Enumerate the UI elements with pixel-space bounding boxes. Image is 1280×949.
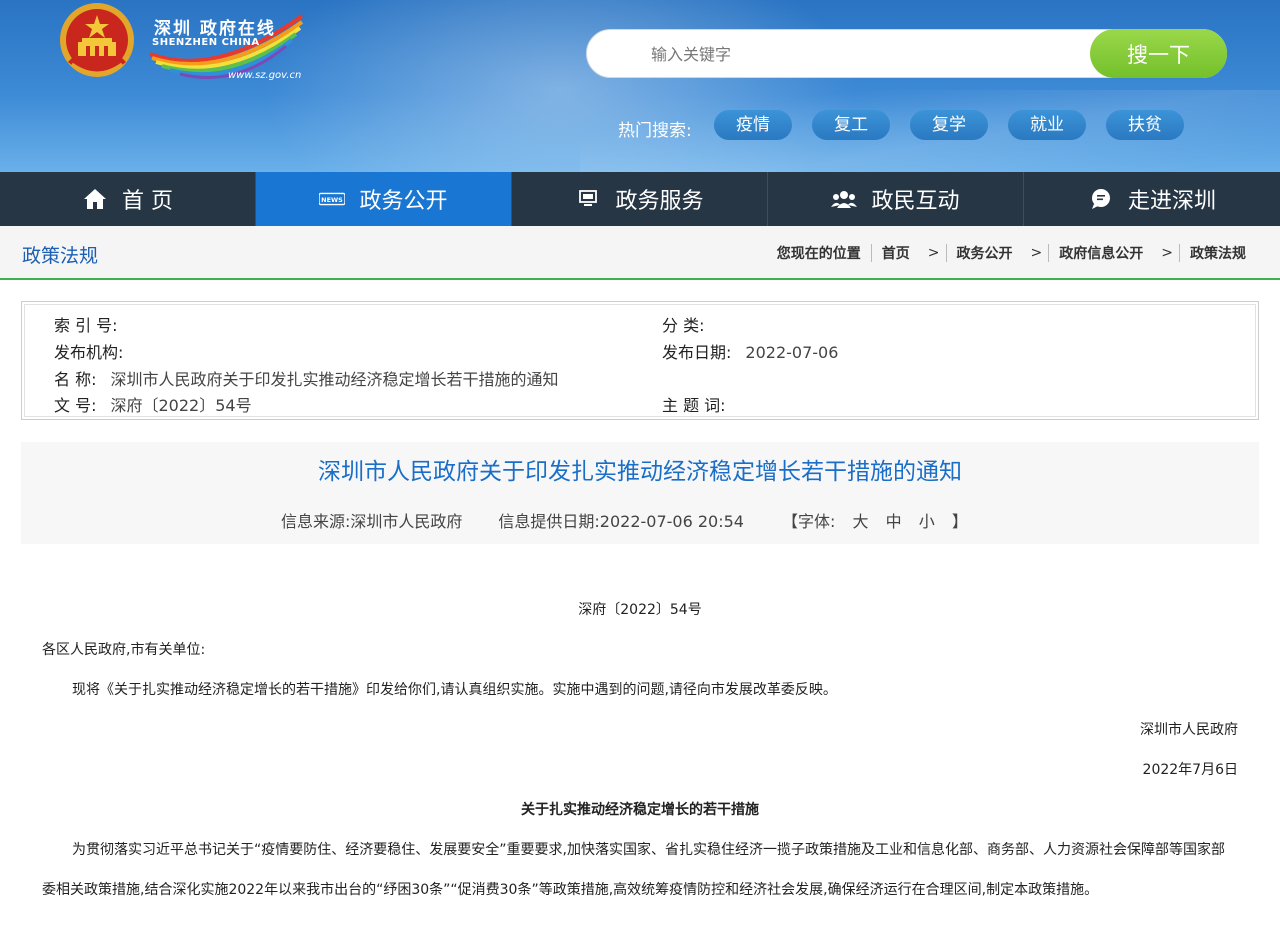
svg-text:NEWS: NEWS	[322, 196, 344, 204]
breadcrumb-arrow: >	[1030, 245, 1043, 261]
info-org-row: 发布机构:	[54, 339, 137, 363]
people-icon	[831, 186, 858, 212]
font-size-medium[interactable]: 中	[886, 512, 902, 531]
info-docno-value: 深府〔2022〕54号	[110, 396, 252, 415]
nav-item-home[interactable]: 首 页	[0, 172, 256, 226]
breadcrumb-divider	[1179, 244, 1180, 262]
site-logo[interactable]: 深圳 政府在线 SHENZHEN CHINA www.sz.gov.cn	[146, 8, 306, 84]
article-header: 深圳市人民政府关于印发扎实推动经济稳定增长若干措施的通知 信息来源:深圳市人民政…	[21, 442, 1259, 544]
hot-tag-employment[interactable]: 就业	[1008, 110, 1086, 140]
main-nav: 首 页 NEWS 政务公开 政务服务 政民互动 走进深圳	[0, 172, 1280, 226]
breadcrumb-home[interactable]: 首页	[882, 243, 910, 263]
search-input[interactable]	[623, 38, 1083, 70]
nav-item-label: 走进深圳	[1127, 189, 1216, 214]
doc-salutation: 各区人民政府,市有关单位:	[42, 642, 206, 658]
hot-tag-epidemic[interactable]: 疫情	[714, 110, 792, 140]
doc-paragraph: 现将《关于扎实推动经济稳定增长的若干措施》印发给你们,请认真组织实施。实施中遇到…	[72, 682, 837, 698]
breadcrumb: 您现在的位置 首页 > 政务公开 > 政府信息公开 > 政策法规	[777, 243, 1246, 263]
info-name-value: 深圳市人民政府关于印发扎实推动经济稳定增长若干措施的通知	[110, 370, 559, 389]
breadcrumb-arrow: >	[1161, 245, 1173, 261]
breadcrumb-policy[interactable]: 政策法规	[1190, 243, 1246, 263]
logo-en-text: SHENZHEN CHINA	[152, 37, 260, 48]
font-size-small[interactable]: 小	[919, 512, 935, 531]
info-category-row: 分 类:	[662, 312, 718, 336]
logo-url-text: www.sz.gov.cn	[228, 70, 302, 81]
doc-subtitle: 关于扎实推动经济稳定增长的若干措施	[521, 802, 759, 818]
hot-tag-resume-work[interactable]: 复工	[812, 110, 890, 140]
chat-icon	[1088, 186, 1114, 212]
info-index-row: 索 引 号:	[54, 312, 132, 336]
article-title: 深圳市人民政府关于印发扎实推动经济稳定增长若干措施的通知	[318, 459, 962, 485]
article-meta: 信息来源:深圳市人民政府 信息提供日期:2022-07-06 20:54 【字体…	[281, 508, 968, 532]
info-docno-label: 文 号:	[54, 396, 97, 415]
document-body: 深府〔2022〕54号 各区人民政府,市有关单位: 现将《关于扎实推动经济稳定增…	[42, 590, 1238, 910]
breadcrumb-arrow: >	[927, 245, 940, 261]
hot-search-label: 热门搜索:	[618, 121, 692, 141]
nav-item-interaction[interactable]: 政民互动	[768, 172, 1024, 226]
info-date-value: 2022-07-06	[745, 343, 839, 362]
info-name-label: 名 称:	[54, 370, 97, 389]
breadcrumb-bar: 政策法规 您现在的位置 首页 > 政务公开 > 政府信息公开 > 政策法规	[0, 226, 1280, 280]
document-info-table: 索 引 号: 分 类: 发布机构: 发布日期: 2022-07-06 名 称: 深圳…	[21, 301, 1259, 420]
doc-sign-date: 2022年7月6日	[1142, 762, 1238, 778]
info-category-label: 分 类:	[662, 316, 705, 335]
info-date-label: 发布日期:	[662, 343, 732, 362]
info-name-row: 名 称: 深圳市人民政府关于印发扎实推动经济稳定增长若干措施的通知	[54, 366, 559, 390]
home-icon	[82, 186, 108, 212]
doc-paragraph: 为贯彻落实习近平总书记关于“疫情要防住、经济要稳住、发展要安全”重要要求,加快落…	[42, 842, 1225, 898]
news-icon: NEWS	[319, 186, 346, 212]
search-button[interactable]: 搜一下	[1090, 29, 1227, 78]
font-size-large[interactable]: 大	[852, 512, 868, 531]
nav-item-label: 政务公开	[359, 189, 448, 214]
info-index-label: 索 引 号:	[54, 316, 118, 335]
hot-tag-resume-school[interactable]: 复学	[910, 110, 988, 140]
info-docno-row: 文 号: 深府〔2022〕54号	[54, 392, 252, 416]
font-size-close: 】	[951, 512, 968, 531]
nav-item-gov-affairs-open[interactable]: NEWS 政务公开	[256, 172, 512, 226]
section-title: 政策法规	[22, 245, 99, 267]
breadcrumb-location-label: 您现在的位置	[776, 246, 861, 262]
article-provide-date: 信息提供日期:2022-07-06 20:54	[498, 512, 744, 531]
breadcrumb-gov-info[interactable]: 政府信息公开	[1059, 243, 1143, 263]
search-box: 搜一下	[586, 29, 1227, 78]
font-size-label: 【字体:	[781, 512, 836, 531]
logo-cn-text: 深圳 政府在线	[154, 19, 276, 39]
nav-item-label: 政民互动	[871, 189, 960, 214]
hot-tag-poverty[interactable]: 扶贫	[1106, 110, 1184, 140]
font-size-control: 【字体: 大 中 小 】	[782, 508, 968, 532]
info-subject-label: 主 题 词:	[662, 396, 726, 415]
breadcrumb-divider	[945, 244, 947, 262]
info-org-label: 发布机构:	[54, 343, 124, 362]
breadcrumb-divider	[870, 244, 872, 262]
breadcrumb-gov-affairs[interactable]: 政务公开	[957, 243, 1013, 263]
info-subject-row: 主 题 词:	[662, 392, 740, 416]
breadcrumb-divider	[1048, 244, 1050, 262]
nav-item-gov-services[interactable]: 政务服务	[512, 172, 768, 226]
header-banner: 深圳 政府在线 SHENZHEN CHINA www.sz.gov.cn 搜一下…	[0, 0, 1280, 172]
doc-number: 深府〔2022〕54号	[578, 602, 702, 618]
info-date-row: 发布日期: 2022-07-06	[662, 339, 838, 363]
nav-item-label: 政务服务	[615, 189, 704, 214]
article-source: 信息来源:深圳市人民政府	[281, 512, 463, 531]
monitor-icon	[575, 186, 601, 212]
nav-item-label: 首 页	[122, 189, 173, 214]
nav-item-enter-shenzhen[interactable]: 走进深圳	[1024, 172, 1280, 226]
doc-signer: 深圳市人民政府	[1140, 722, 1238, 738]
national-emblem-icon[interactable]	[56, 2, 138, 86]
